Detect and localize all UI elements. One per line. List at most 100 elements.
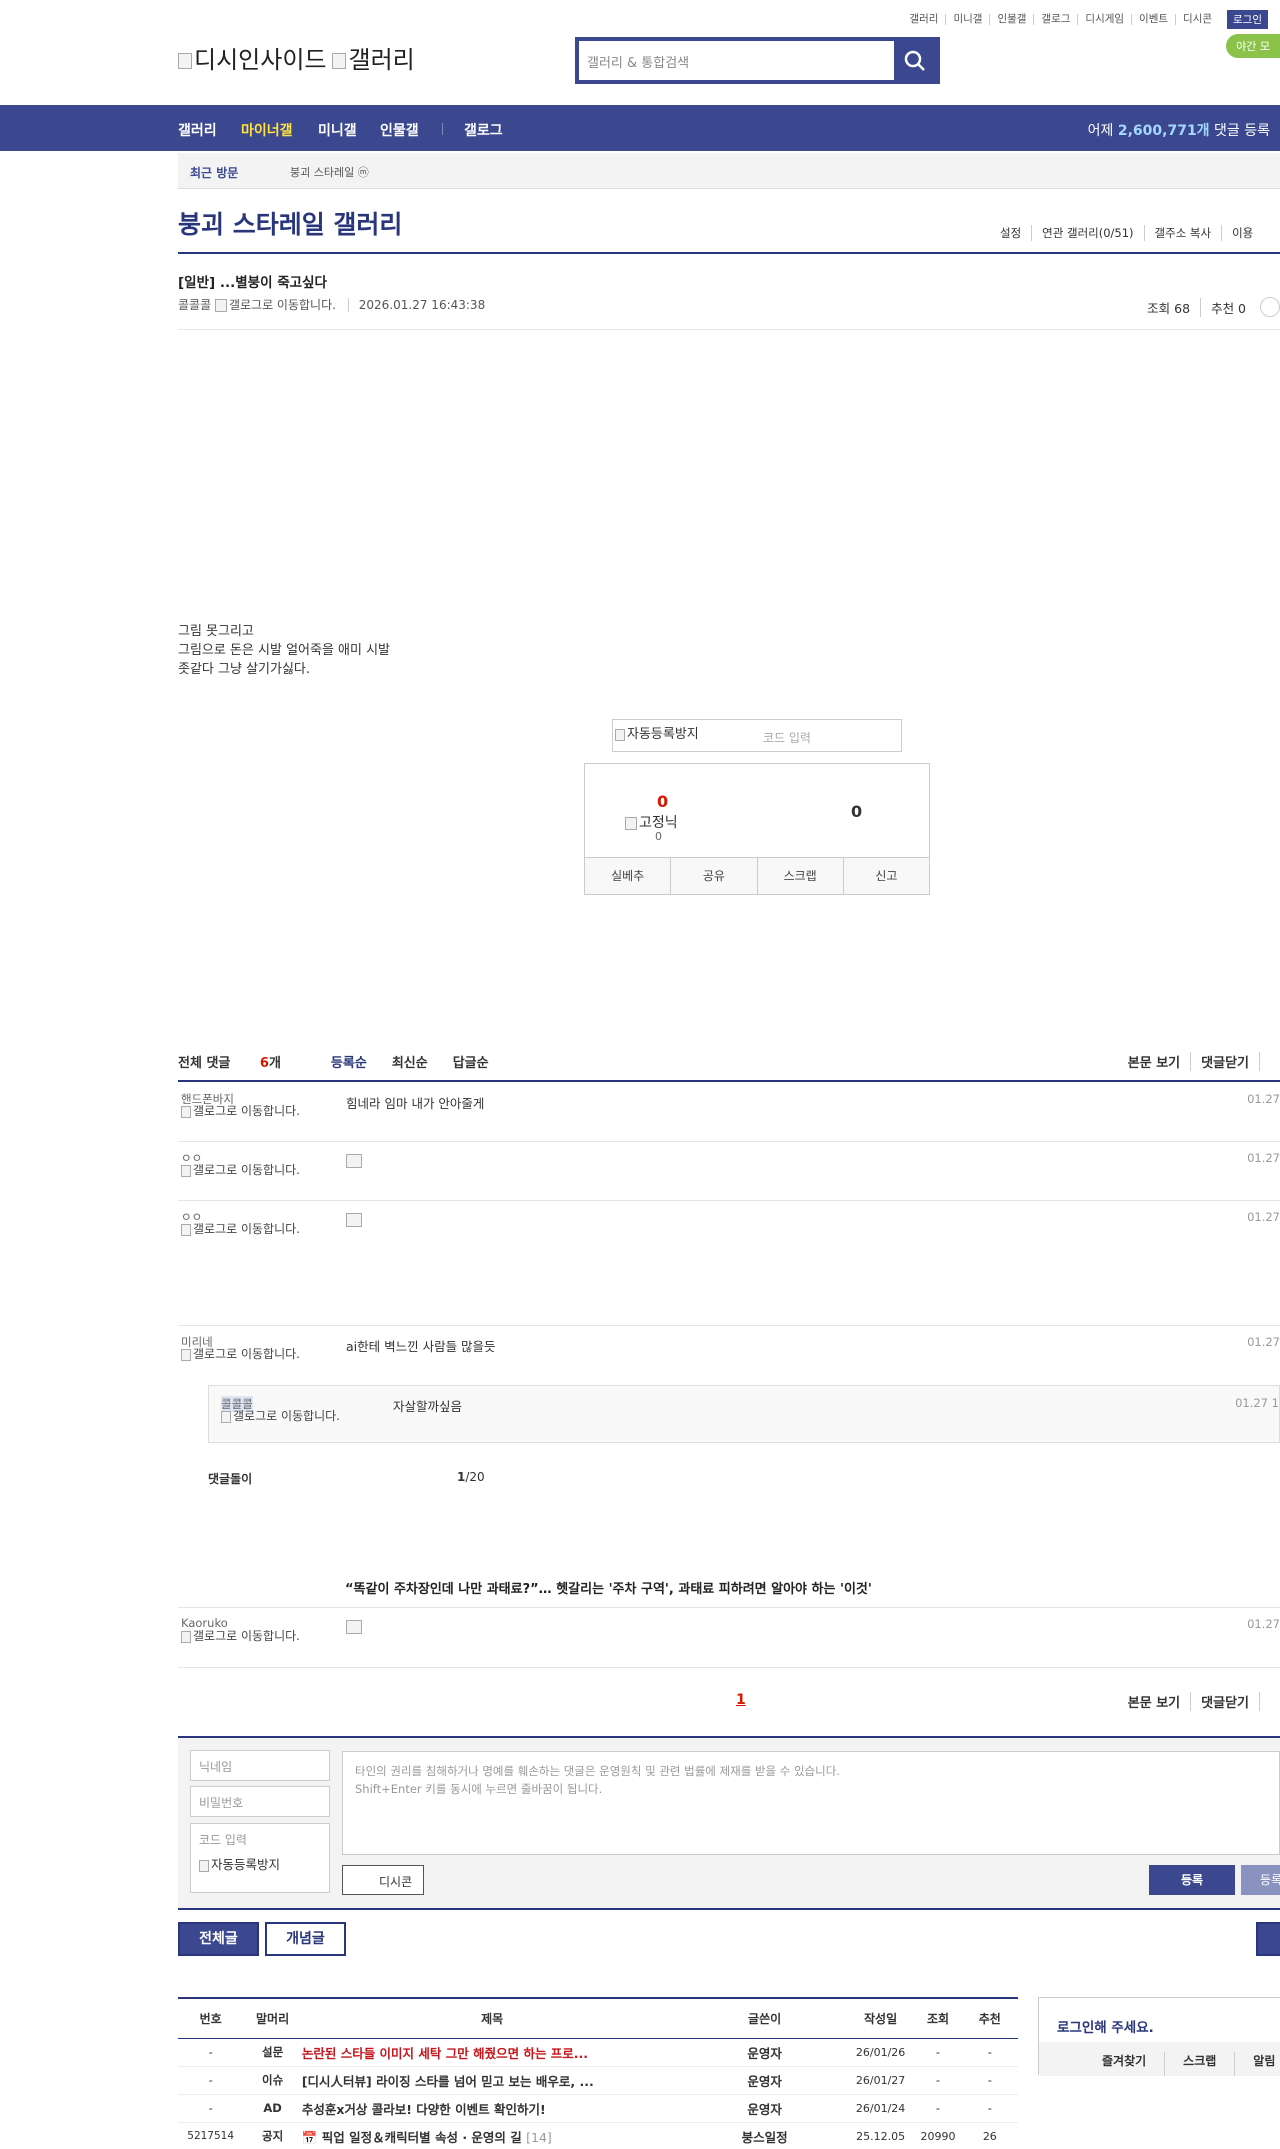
submit-recommend-button[interactable]: 등록 xyxy=(1241,1865,1280,1895)
comment-gallog-link[interactable]: 갤로그로 이동합니다. xyxy=(181,1164,311,1177)
password-input[interactable]: 비밀번호 xyxy=(190,1786,330,1817)
row-tag: AD xyxy=(243,2094,302,2123)
author-gallog-link[interactable]: 갤로그로 이동합니다. xyxy=(214,298,336,312)
sort-latest[interactable]: 최신순 xyxy=(392,1052,428,1071)
scrap-button[interactable]: 스크랩 xyxy=(756,858,843,894)
refresh-comments[interactable] xyxy=(1259,1692,1280,1711)
comment-gallog-link[interactable]: 갤로그로 이동합니다. xyxy=(181,1223,311,1236)
recommend-box: 0 고정닉 0 0 실베추 공유 스크랩 신고 xyxy=(584,763,930,895)
top-link-minigal[interactable]: 미니갤 xyxy=(945,14,989,25)
row-title[interactable]: 논란된 스타들 이미지 세탁 그만 해줬으면 하는 프로... xyxy=(301,2038,683,2067)
ad-headline[interactable]: “똑같이 주차장인데 나만 과태료?”… 헷갈리는 '주차 구역', 과태료 피… xyxy=(345,1578,872,1597)
top-link-person[interactable]: 인물갤 xyxy=(989,14,1033,25)
nav-minor-gallery[interactable]: 마이너갤 xyxy=(241,120,293,140)
report-button[interactable]: 신고 xyxy=(842,858,929,894)
login-prompt[interactable]: 로그인해 주세요. xyxy=(1057,2016,1154,2036)
view-post-button[interactable]: 본문 보기 xyxy=(1118,1692,1190,1711)
recent-visits-title: 최근 방문 xyxy=(190,166,239,180)
row-title[interactable]: 추성훈x거상 콜라보! 다양한 이벤트 확인하기! xyxy=(301,2094,683,2123)
post-header-divider xyxy=(178,329,1280,330)
site-logo[interactable]: 디시인사이드 갤러리 xyxy=(178,40,415,75)
nickname-input[interactable]: 닉네임 xyxy=(190,1750,330,1781)
row-writer[interactable]: 운영자 xyxy=(682,2094,847,2123)
close-comments-button[interactable]: 댓글닫기 xyxy=(1190,1692,1259,1711)
broken-image-icon xyxy=(332,53,347,69)
gallery-settings[interactable]: 설정 xyxy=(990,225,1031,241)
row-title[interactable]: [디시人터뷰] 라이징 스타를 넘어 믿고 보는 배우로, ... xyxy=(301,2066,683,2095)
sort-replies[interactable]: 답글순 xyxy=(453,1052,489,1071)
dccon-button[interactable]: 디시콘 xyxy=(342,1865,424,1895)
comment-nick[interactable]: Kaoruko xyxy=(181,1616,228,1630)
table-row[interactable]: - 설문 논란된 스타들 이미지 세탁 그만 해줬으면 하는 프로... 운영자… xyxy=(178,2038,1018,2067)
post-date: 2026.01.27 16:43:38 xyxy=(347,298,486,312)
comment-page-1[interactable]: 1 xyxy=(736,1692,746,1708)
scrap-link[interactable]: 스크랩 xyxy=(1164,2052,1234,2076)
top-link-dccon[interactable]: 디시콘 xyxy=(1175,14,1219,25)
sort-registered[interactable]: 등록순 xyxy=(331,1052,367,1071)
row-writer[interactable]: 붕스일정 xyxy=(682,2122,847,2149)
comment-gallog-link[interactable]: 갤로그로 이동합니다. xyxy=(181,1105,311,1118)
favorites-link[interactable]: 즐겨찾기 xyxy=(1084,2052,1164,2076)
comment-stat: 어제 2,600,771개 댓글 등록 xyxy=(1087,123,1270,139)
captcha-input[interactable]: 코드 입력 xyxy=(763,729,811,746)
reply-item: 콜콜콜 갤로그로 이동합니다. 자살할까싶음 01.27 1 xyxy=(208,1385,1280,1443)
comment-write-box: 닉네임 비밀번호 코드 입력 자동등록방지 타인의 권리를 침해하거나 명예를 … xyxy=(178,1738,1280,1908)
share-button[interactable]: 공유 xyxy=(670,858,756,894)
more-options-icon[interactable] xyxy=(1260,297,1280,317)
reply-gallog-link[interactable]: 갤로그로 이동합니다. xyxy=(221,1410,351,1423)
notification-link[interactable]: 알림 xyxy=(1234,2052,1280,2076)
top-link-gallery[interactable]: 갤러리 xyxy=(902,14,945,25)
top-link-game[interactable]: 디시게임 xyxy=(1077,14,1131,25)
submit-comment-button[interactable]: 등록 xyxy=(1149,1865,1235,1895)
broken-image-icon xyxy=(181,1105,191,1118)
logo-dcinside: 디시인사이드 xyxy=(178,40,326,75)
comment-textarea[interactable]: 타인의 권리를 침해하거나 명예를 훼손하는 댓글은 운영원칙 및 관련 법률에… xyxy=(342,1751,1280,1855)
search-button[interactable] xyxy=(894,41,936,80)
comment-date: 01.27 xyxy=(1247,1210,1280,1224)
upvote-count[interactable]: 0 xyxy=(657,792,668,811)
refresh-comments[interactable] xyxy=(1259,1052,1280,1071)
comment-item: 핸드폰바지 갤로그로 이동합니다. 힘네라 임마 내가 안아줄게 01.27 xyxy=(178,1083,1280,1142)
login-button[interactable]: 로그인 xyxy=(1227,10,1268,29)
table-row[interactable]: 5217514 공지 📅 픽업 일정＆캐릭터별 속성 · 운영의 길 [14] … xyxy=(178,2122,1018,2149)
fixed-nick-recommend: 고정닉 xyxy=(625,812,678,832)
table-row[interactable]: - AD 추성훈x거상 콜라보! 다양한 이벤트 확인하기! 운영자 26/01… xyxy=(178,2094,1018,2123)
best-recommend-button[interactable]: 실베추 xyxy=(585,858,670,894)
gallery-usage[interactable]: 이용 xyxy=(1221,225,1263,241)
downvote-count[interactable]: 0 xyxy=(851,802,862,821)
view-post-button[interactable]: 본문 보기 xyxy=(1118,1052,1190,1071)
related-galleries[interactable]: 연관 갤러리(0/51) xyxy=(1031,225,1143,241)
comment-gallog-link[interactable]: 갤로그로 이동합니다. xyxy=(181,1348,311,1361)
post-recommend: 추천 0 xyxy=(1200,297,1256,317)
row-views: - xyxy=(914,2066,962,2095)
top-link-event[interactable]: 이벤트 xyxy=(1131,14,1175,25)
captcha-box: 자동등록방지 코드 입력 xyxy=(612,719,902,752)
col-number: 번호 xyxy=(178,1998,244,2039)
nav-gallog[interactable]: 갤로그 xyxy=(464,120,503,140)
best-posts-button[interactable]: 개념글 xyxy=(265,1922,346,1956)
close-comments-button[interactable]: 댓글닫기 xyxy=(1190,1052,1259,1071)
row-recommend: 26 xyxy=(961,2122,1018,2149)
comment-gallog-link[interactable]: 갤로그로 이동합니다. xyxy=(181,1630,311,1643)
write-button[interactable] xyxy=(1256,1922,1280,1956)
nav-person-gallery[interactable]: 인물갤 xyxy=(380,120,419,140)
night-mode-toggle[interactable]: 야간 모 xyxy=(1226,34,1280,58)
row-writer[interactable]: 운영자 xyxy=(682,2038,847,2067)
col-writer: 글쓴이 xyxy=(682,1998,847,2039)
row-title[interactable]: 📅 픽업 일정＆캐릭터별 속성 · 운영의 길 [14] xyxy=(301,2122,683,2149)
captcha-code-input[interactable]: 코드 입력 자동등록방지 xyxy=(190,1823,330,1893)
row-tag: 공지 xyxy=(243,2122,302,2149)
gallery-title[interactable]: 붕괴 스타레일 갤러리 xyxy=(178,205,402,241)
copy-gallery-url[interactable]: 갤주소 복사 xyxy=(1143,225,1222,241)
comment-item: Kaoruko 갤로그로 이동합니다. 01.27 xyxy=(178,1608,1280,1668)
post-author[interactable]: 콜콜콜 xyxy=(178,298,211,312)
recent-visit-item[interactable]: 붕괴 스타레일 ⓜ xyxy=(290,164,369,180)
top-link-gallog[interactable]: 갤로그 xyxy=(1033,14,1077,25)
nav-mini-gallery[interactable]: 미니갤 xyxy=(318,120,357,140)
nav-gallery[interactable]: 갤러리 xyxy=(178,120,217,140)
post-body-line: 그림으로 돈은 시발 얼어죽을 애미 시발 xyxy=(178,643,391,658)
table-row[interactable]: - 이슈 [디시人터뷰] 라이징 스타를 넘어 믿고 보는 배우로, ... 운… xyxy=(178,2066,1018,2095)
row-writer[interactable]: 운영자 xyxy=(682,2066,847,2095)
all-posts-button[interactable]: 전체글 xyxy=(178,1922,259,1956)
search-input[interactable]: 갤러리 & 통합검색 xyxy=(587,52,689,71)
